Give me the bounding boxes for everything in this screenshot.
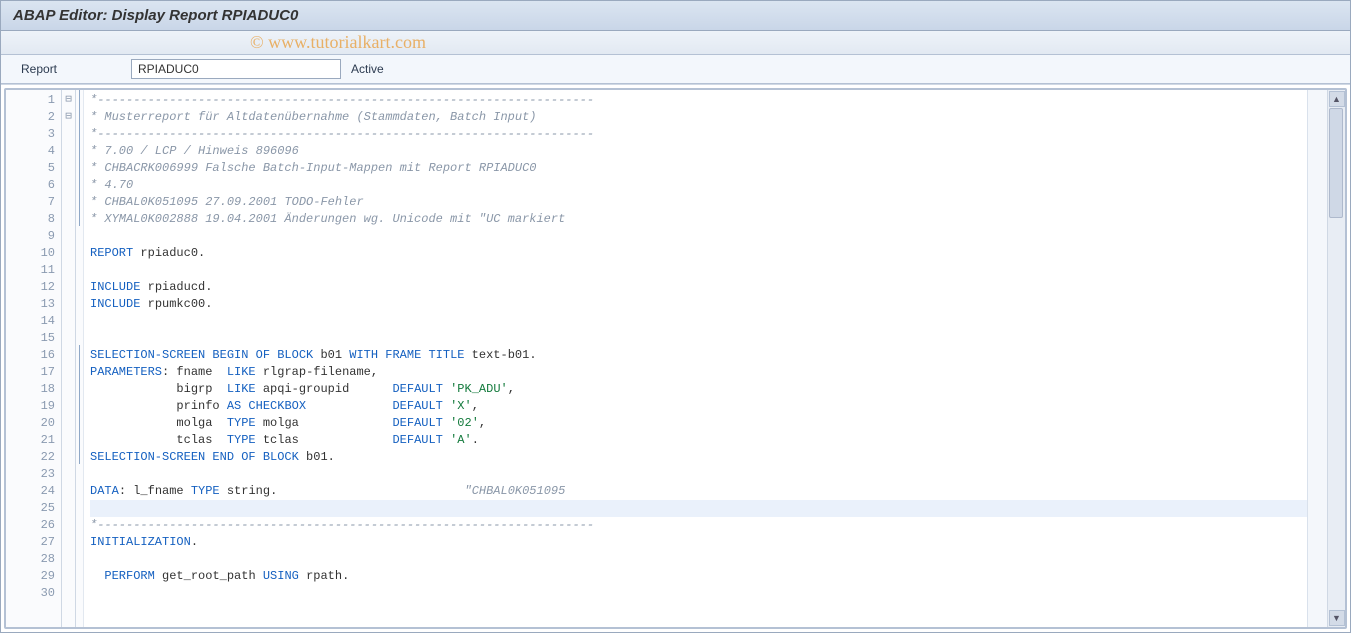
line-number: 19 [6, 398, 61, 415]
code-line[interactable]: molga TYPE molga DEFAULT '02', [90, 415, 1307, 432]
line-number: 1 [6, 92, 61, 109]
code-line[interactable]: * 7.00 / LCP / Hinweis 896096 [90, 143, 1307, 160]
line-number: 3 [6, 126, 61, 143]
app-window: ABAP Editor: Display Report RPIADUC0 © w… [0, 0, 1351, 633]
line-number: 17 [6, 364, 61, 381]
line-number: 30 [6, 585, 61, 602]
fold-toggle-icon[interactable]: ⊟ [62, 109, 75, 126]
code-line[interactable]: DATA: l_fname TYPE string. "CHBAL0K05109… [90, 483, 1307, 500]
titlebar: ABAP Editor: Display Report RPIADUC0 [1, 1, 1350, 31]
line-number: 20 [6, 415, 61, 432]
structure-column [76, 90, 84, 627]
line-number: 21 [6, 432, 61, 449]
code-line[interactable]: *---------------------------------------… [90, 92, 1307, 109]
line-number: 2 [6, 109, 61, 126]
line-number: 6 [6, 177, 61, 194]
code-line[interactable] [90, 551, 1307, 568]
report-bar: Report Active [1, 55, 1350, 84]
line-number: 4 [6, 143, 61, 160]
line-number: 22 [6, 449, 61, 466]
code-line[interactable]: SELECTION-SCREEN END OF BLOCK b01. [90, 449, 1307, 466]
code-content[interactable]: *---------------------------------------… [84, 90, 1307, 627]
code-line[interactable]: *---------------------------------------… [90, 517, 1307, 534]
code-line[interactable] [90, 262, 1307, 279]
minimap-strip [1307, 90, 1327, 627]
line-number: 16 [6, 347, 61, 364]
code-line[interactable]: bigrp LIKE apqi-groupid DEFAULT 'PK_ADU'… [90, 381, 1307, 398]
line-number: 14 [6, 313, 61, 330]
report-label: Report [21, 62, 121, 76]
code-line[interactable]: * XYMAL0K002888 19.04.2001 Änderungen wg… [90, 211, 1307, 228]
code-line[interactable]: * 4.70 [90, 177, 1307, 194]
code-line[interactable]: SELECTION-SCREEN BEGIN OF BLOCK b01 WITH… [90, 347, 1307, 364]
fold-column[interactable]: ⊟⊟ [62, 90, 76, 627]
code-line[interactable]: prinfo AS CHECKBOX DEFAULT 'X', [90, 398, 1307, 415]
line-number: 25 [6, 500, 61, 517]
scroll-down-icon[interactable]: ▼ [1329, 610, 1345, 626]
line-number: 5 [6, 160, 61, 177]
code-line[interactable]: tclas TYPE tclas DEFAULT 'A'. [90, 432, 1307, 449]
title-text: ABAP Editor: Display Report RPIADUC0 [13, 7, 298, 24]
code-line[interactable]: INCLUDE rpiaducd. [90, 279, 1307, 296]
scroll-up-icon[interactable]: ▲ [1329, 91, 1345, 107]
report-name-input[interactable] [131, 59, 341, 79]
code-line[interactable]: *---------------------------------------… [90, 126, 1307, 143]
code-line[interactable]: INITIALIZATION. [90, 534, 1307, 551]
code-line[interactable] [90, 330, 1307, 347]
line-number: 26 [6, 517, 61, 534]
vertical-scrollbar[interactable]: ▲ ▼ [1327, 90, 1345, 627]
line-number: 7 [6, 194, 61, 211]
line-number: 11 [6, 262, 61, 279]
report-status: Active [351, 62, 384, 76]
line-number: 13 [6, 296, 61, 313]
code-line[interactable]: INCLUDE rpumkc00. [90, 296, 1307, 313]
code-line[interactable] [90, 585, 1307, 602]
editor-area: 1234567891011121314151617181920212223242… [1, 84, 1350, 632]
code-line[interactable] [90, 466, 1307, 483]
code-line[interactable] [90, 228, 1307, 245]
line-number: 10 [6, 245, 61, 262]
fold-toggle-icon[interactable]: ⊟ [62, 92, 75, 109]
line-number: 23 [6, 466, 61, 483]
line-number: 27 [6, 534, 61, 551]
code-line[interactable]: * CHBAL0K051095 27.09.2001 TODO-Fehler [90, 194, 1307, 211]
line-number: 29 [6, 568, 61, 585]
toolbar-spacer [1, 31, 1350, 55]
line-number: 9 [6, 228, 61, 245]
code-line[interactable]: PARAMETERS: fname LIKE rlgrap-filename, [90, 364, 1307, 381]
scroll-track[interactable] [1329, 108, 1345, 609]
code-line[interactable]: PERFORM get_root_path USING rpath. [90, 568, 1307, 585]
code-line[interactable] [90, 500, 1307, 517]
line-number: 28 [6, 551, 61, 568]
line-number: 18 [6, 381, 61, 398]
editor-frame: 1234567891011121314151617181920212223242… [4, 88, 1347, 629]
line-number: 24 [6, 483, 61, 500]
scroll-thumb[interactable] [1329, 108, 1343, 218]
code-line[interactable]: REPORT rpiaduc0. [90, 245, 1307, 262]
code-line[interactable]: * CHBACRK006999 Falsche Batch-Input-Mapp… [90, 160, 1307, 177]
code-line[interactable]: * Musterreport für Altdatenübernahme (St… [90, 109, 1307, 126]
line-number: 12 [6, 279, 61, 296]
line-number: 8 [6, 211, 61, 228]
line-number: 15 [6, 330, 61, 347]
line-number-gutter: 1234567891011121314151617181920212223242… [6, 90, 62, 627]
code-line[interactable] [90, 313, 1307, 330]
